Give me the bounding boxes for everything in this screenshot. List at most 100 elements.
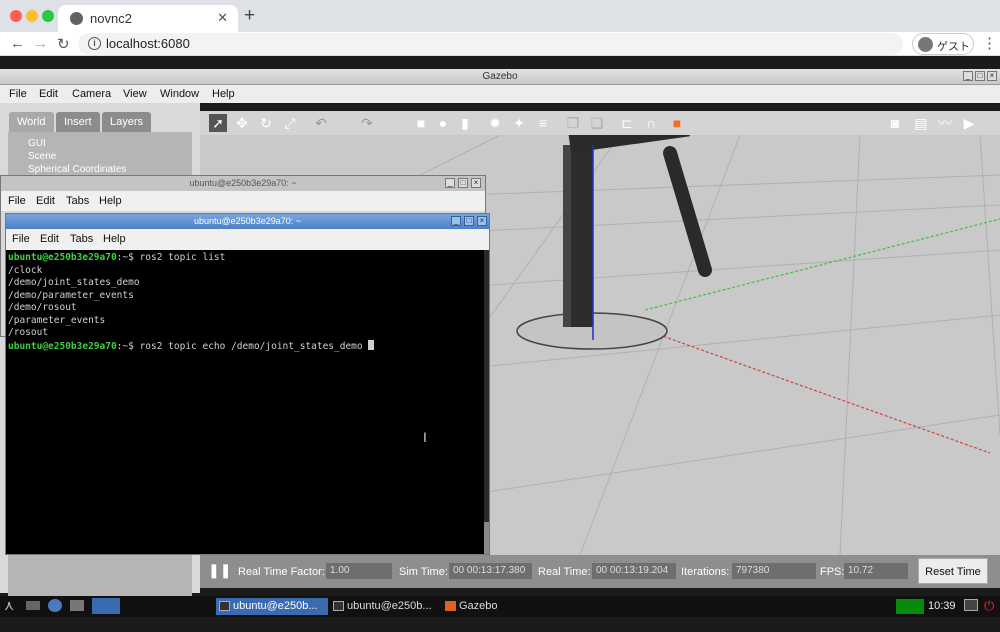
maximize-icon[interactable]: □ [975, 71, 985, 81]
profile-label: ゲスト [937, 41, 970, 53]
vnc-desktop: Gazebo _ □ × File Edit Camera View Windo… [0, 56, 1000, 632]
text-cursor-icon: Ⅰ [423, 430, 427, 445]
point-light-icon[interactable]: ✹ [486, 114, 504, 132]
menu-file[interactable]: File [12, 233, 30, 245]
sim-time-value: 00 00:13:17.380 [449, 563, 532, 579]
more-menu-icon[interactable]: ⋮ [982, 34, 997, 52]
copy-icon[interactable]: ❐ [564, 114, 582, 132]
undo-icon[interactable]: ↶ [312, 114, 330, 132]
box-icon[interactable]: ■ [412, 114, 430, 132]
network-icon[interactable] [964, 599, 978, 611]
terminal-icon [219, 601, 230, 611]
plot-icon[interactable]: 〰 [936, 114, 954, 132]
change-view-icon[interactable]: ■ [668, 114, 686, 132]
menu-file[interactable]: File [9, 88, 27, 100]
scrollbar-thumb[interactable] [484, 522, 489, 554]
tree-item-spherical-coordinates[interactable]: Spherical Coordinates [28, 164, 126, 175]
cpu-monitor [896, 599, 924, 614]
gazebo-menubar: File Edit Camera View Window Help [0, 85, 1000, 103]
cylinder-icon[interactable]: ▮ [456, 114, 474, 132]
terminal-scrollbar[interactable] [484, 250, 489, 554]
tab-close-icon[interactable]: ✕ [217, 10, 228, 26]
terminal-window-front[interactable]: ubuntu@e250b3e29a70: ~ _ □ × File Edit T… [5, 213, 490, 555]
menu-tabs[interactable]: Tabs [70, 233, 93, 245]
record-icon[interactable]: ▶ [960, 114, 978, 132]
minimize-window-icon[interactable] [26, 10, 38, 22]
menu-tabs[interactable]: Tabs [66, 195, 89, 207]
rotate-icon[interactable]: ↻ [257, 114, 275, 132]
maximize-window-icon[interactable] [42, 10, 54, 22]
maximize-icon[interactable]: □ [464, 216, 474, 226]
gazebo-icon [445, 601, 456, 611]
show-desktop-icon[interactable] [26, 601, 40, 610]
log-icon[interactable]: ▤ [912, 114, 930, 132]
sphere-icon[interactable]: ● [434, 114, 452, 132]
close-icon[interactable]: × [477, 216, 487, 226]
select-icon[interactable]: ➚ [209, 114, 227, 132]
screenshot-icon[interactable]: ◙ [886, 114, 904, 132]
tab-layers[interactable]: Layers [102, 112, 152, 132]
url-text[interactable]: localhost:6080 [106, 36, 190, 51]
terminal-front-title: ubuntu@e250b3e29a70: ~ [194, 216, 301, 226]
address-bar[interactable]: i localhost:6080 [78, 33, 903, 55]
file-manager-icon[interactable] [70, 600, 84, 611]
profile-button[interactable]: ゲスト [912, 33, 974, 55]
reset-time-button[interactable]: Reset Time [918, 558, 988, 584]
info-icon[interactable]: i [88, 37, 101, 50]
command-text: ros2 topic list [139, 252, 226, 263]
back-arrow-icon[interactable]: ← [10, 35, 25, 52]
power-icon[interactable]: ⏻ [984, 598, 994, 614]
directional-light-icon[interactable]: ≡ [534, 114, 552, 132]
menu-edit[interactable]: Edit [40, 233, 59, 245]
menu-help[interactable]: Help [212, 88, 235, 100]
minimize-icon[interactable]: _ [445, 178, 455, 188]
align-icon[interactable]: ⊏ [618, 114, 636, 132]
maximize-icon[interactable]: □ [458, 178, 468, 188]
command-text: /clock [8, 264, 43, 276]
menu-help[interactable]: Help [103, 233, 126, 245]
close-window-icon[interactable] [10, 10, 22, 22]
terminal-line: /demo/rosout [8, 302, 77, 313]
pause-icon[interactable]: ❚❚ [208, 562, 231, 579]
snap-icon[interactable]: ∩ [642, 114, 660, 132]
task-terminal-2[interactable]: ubuntu@e250b... [330, 598, 440, 615]
forward-arrow-icon[interactable]: → [33, 35, 48, 52]
menu-view[interactable]: View [123, 88, 147, 100]
menu-file[interactable]: File [8, 195, 26, 207]
translate-icon[interactable]: ✥ [233, 114, 251, 132]
paste-icon[interactable]: ❏ [588, 114, 606, 132]
scale-icon[interactable]: ⤢ [281, 114, 299, 132]
menu-window[interactable]: Window [160, 88, 199, 100]
close-icon[interactable]: × [987, 71, 997, 81]
fps-label: FPS: [820, 566, 845, 578]
spot-light-icon[interactable]: ✦ [510, 114, 528, 132]
menu-edit[interactable]: Edit [36, 195, 55, 207]
minimize-icon[interactable]: _ [451, 216, 461, 226]
workspace-switcher[interactable] [92, 598, 120, 614]
browser-launcher-icon[interactable] [48, 599, 62, 612]
shell-prompt: ubuntu@e250b3e29a70 [8, 340, 117, 352]
minimize-icon[interactable]: _ [963, 71, 973, 81]
menu-camera[interactable]: Camera [72, 88, 111, 100]
redo-icon[interactable]: ↷ [358, 114, 376, 132]
tab-insert[interactable]: Insert [56, 112, 100, 132]
tree-item-scene[interactable]: Scene [28, 151, 56, 162]
terminal-output[interactable]: ubuntu@e250b3e29a70:~$ ros2 topic list/c… [6, 250, 489, 554]
start-menu-icon[interactable]: ⋏ [4, 597, 14, 614]
close-icon[interactable]: × [471, 178, 481, 188]
browser-tab[interactable]: novnc2 ✕ [58, 5, 238, 32]
command-text: /parameter_events [8, 314, 106, 326]
terminal-front-menubar: File Edit Tabs Help [6, 229, 489, 250]
task-terminal-1[interactable]: ubuntu@e250b... [216, 598, 328, 615]
tab-title: novnc2 [90, 11, 132, 26]
menu-edit[interactable]: Edit [39, 88, 58, 100]
new-tab-button[interactable]: + [244, 5, 255, 27]
reload-icon[interactable]: ↻ [57, 35, 70, 53]
menu-help[interactable]: Help [99, 195, 122, 207]
tree-item-gui[interactable]: GUI [28, 138, 46, 149]
tab-world[interactable]: World [9, 112, 54, 132]
terminal-line: /demo/joint_states_demo [8, 277, 140, 288]
clock[interactable]: 10:39 [928, 600, 956, 612]
globe-icon [70, 12, 83, 25]
task-gazebo[interactable]: Gazebo [442, 598, 542, 615]
